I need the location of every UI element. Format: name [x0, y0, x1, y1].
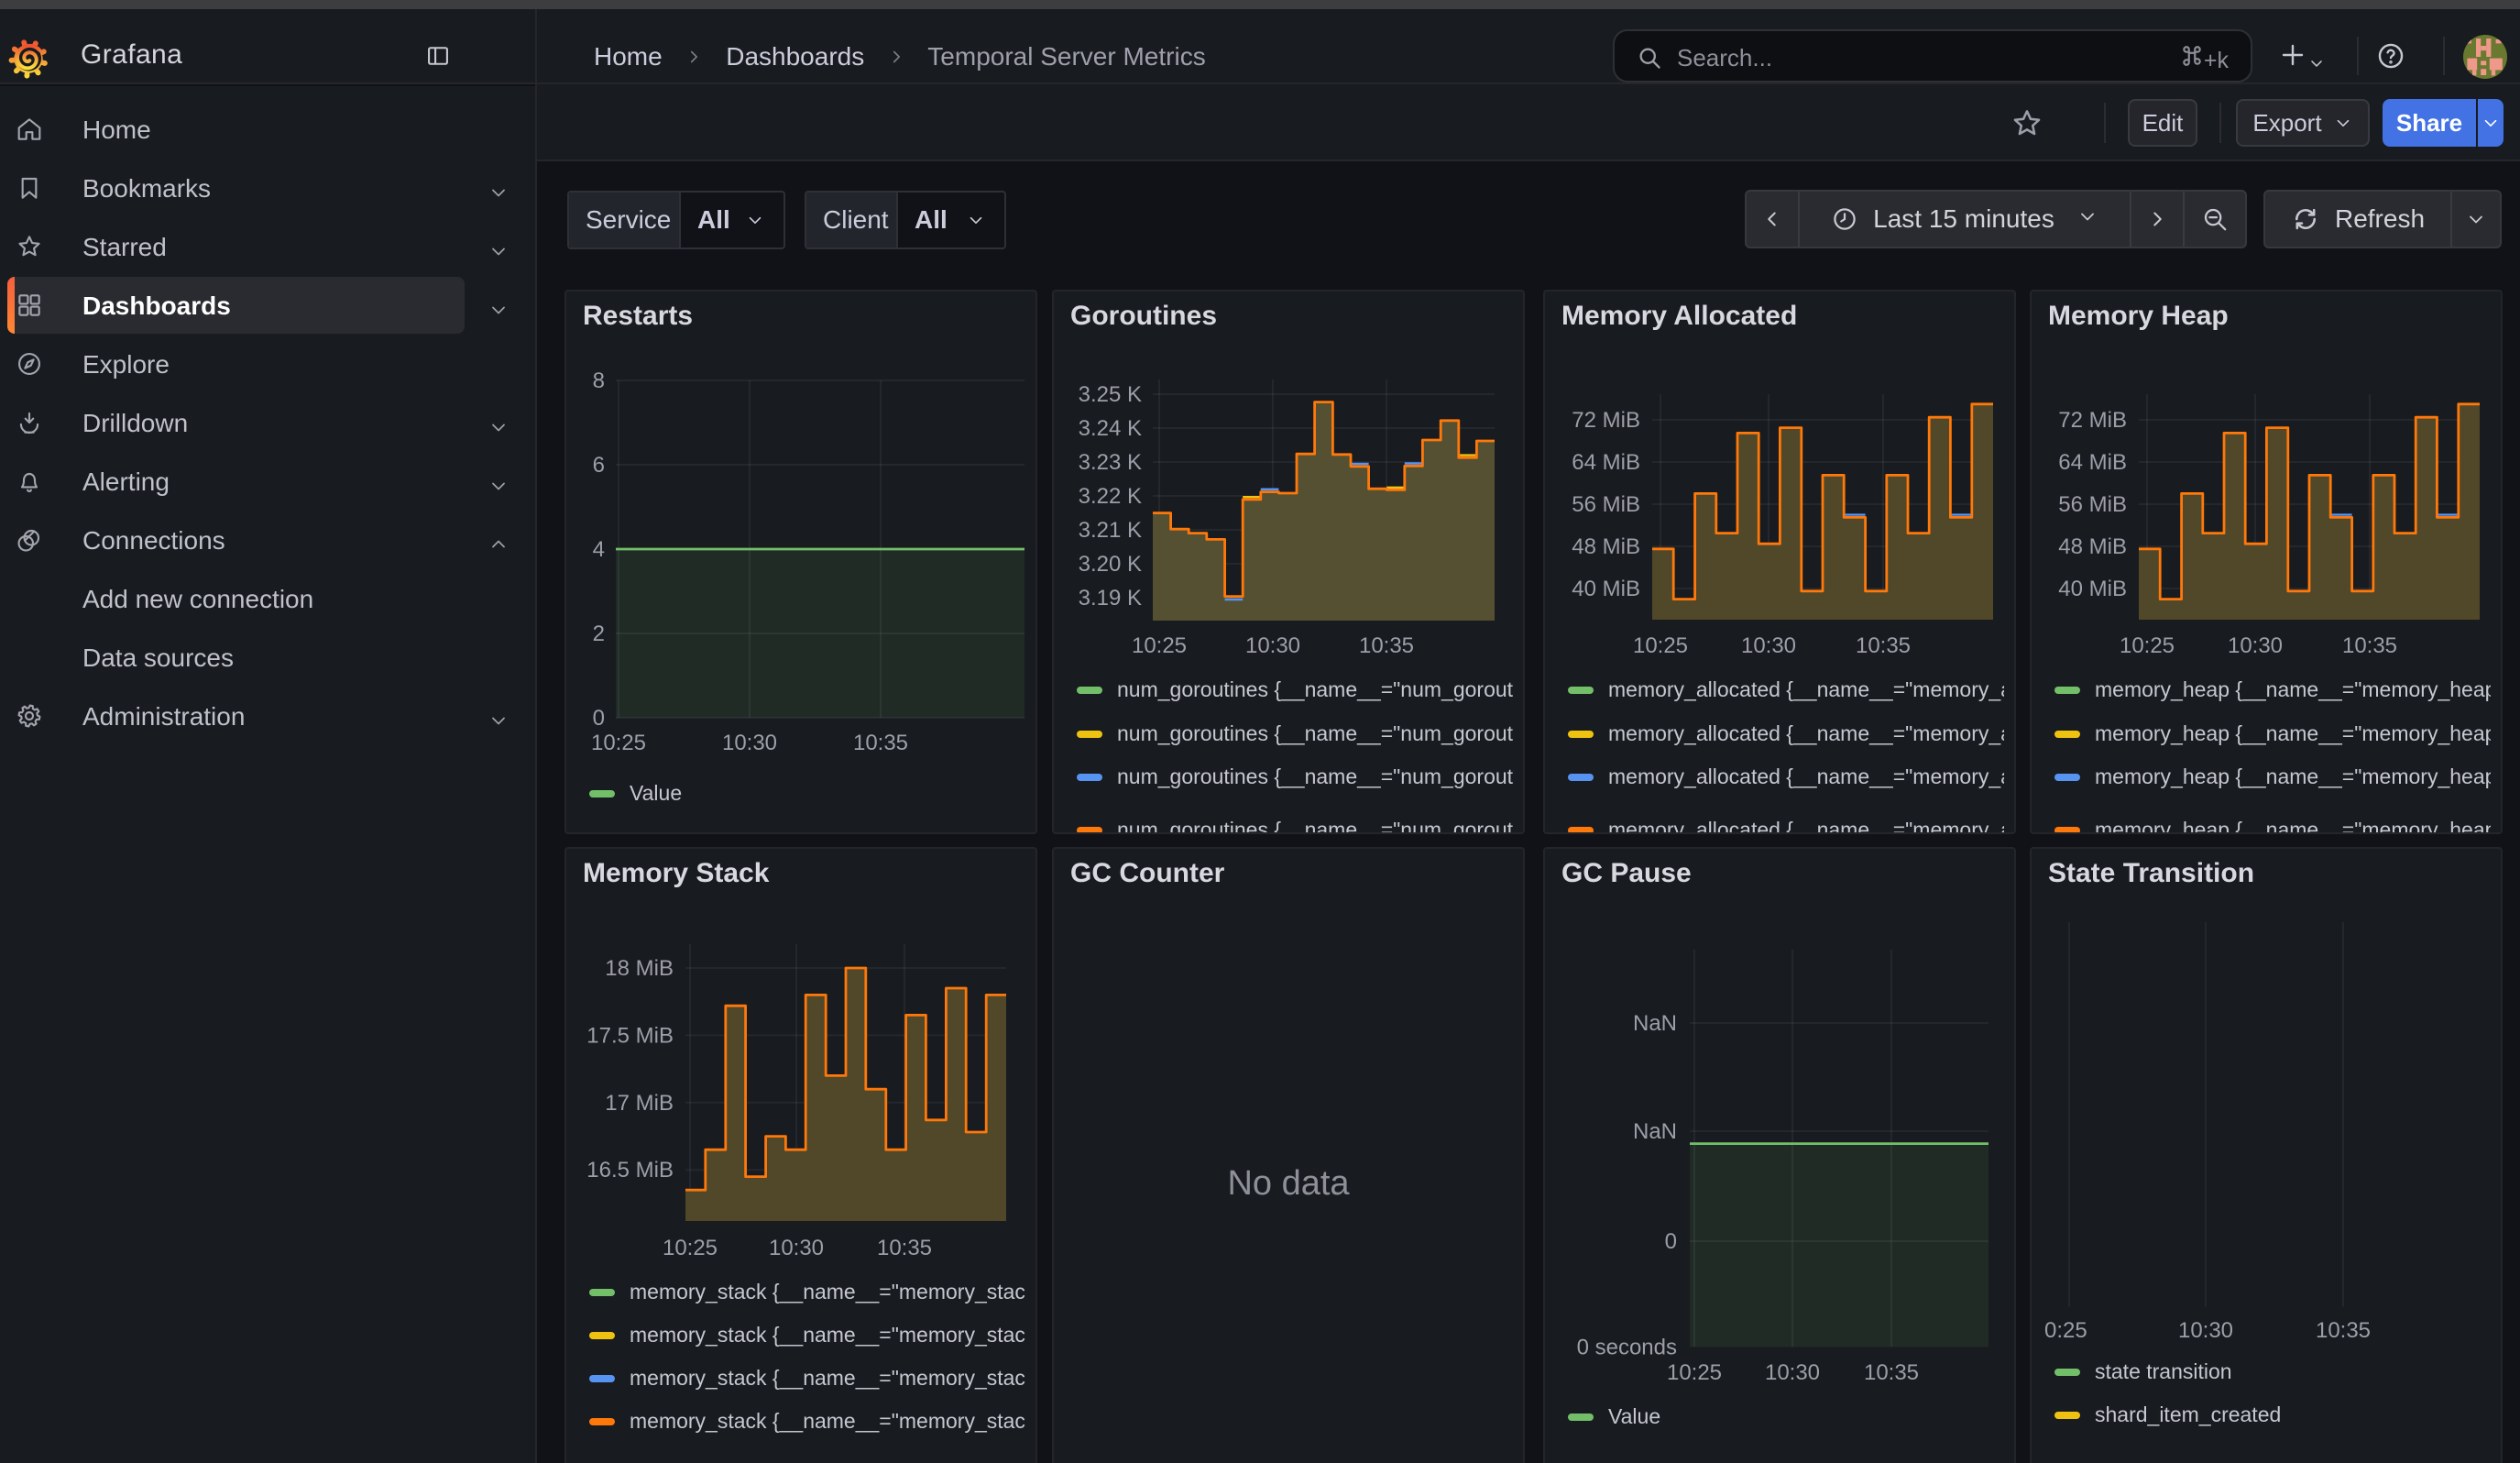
svg-text:10:30: 10:30 — [1765, 1360, 1820, 1385]
svg-text:10:30: 10:30 — [2178, 1318, 2233, 1343]
svg-text:40 MiB: 40 MiB — [1572, 577, 1640, 601]
svg-text:0:25: 0:25 — [2044, 1318, 2087, 1343]
svg-text:NaN: NaN — [1633, 1119, 1677, 1144]
svg-text:10:25: 10:25 — [591, 731, 646, 755]
svg-text:10:35: 10:35 — [1359, 633, 1414, 658]
svg-text:10:35: 10:35 — [877, 1236, 932, 1260]
svg-text:18 MiB: 18 MiB — [605, 956, 674, 981]
svg-text:48 MiB: 48 MiB — [1572, 534, 1640, 559]
svg-text:64 MiB: 64 MiB — [1572, 450, 1640, 475]
svg-text:10:35: 10:35 — [1864, 1360, 1919, 1385]
svg-text:3.20 K: 3.20 K — [1079, 552, 1142, 577]
svg-text:48 MiB: 48 MiB — [2058, 534, 2127, 559]
svg-text:10:25: 10:25 — [663, 1236, 718, 1260]
svg-text:16.5 MiB: 16.5 MiB — [586, 1158, 674, 1182]
svg-text:4: 4 — [593, 537, 605, 562]
svg-text:72 MiB: 72 MiB — [1572, 408, 1640, 433]
svg-text:0 seconds: 0 seconds — [1577, 1335, 1677, 1359]
svg-text:10:25: 10:25 — [1132, 633, 1187, 658]
svg-text:0: 0 — [593, 706, 605, 731]
svg-text:56 MiB: 56 MiB — [1572, 492, 1640, 517]
svg-text:3.23 K: 3.23 K — [1079, 450, 1142, 475]
svg-text:72 MiB: 72 MiB — [2058, 408, 2127, 433]
svg-text:2: 2 — [593, 622, 605, 646]
svg-text:8: 8 — [593, 368, 605, 393]
svg-text:40 MiB: 40 MiB — [2058, 577, 2127, 601]
svg-text:10:25: 10:25 — [2120, 633, 2175, 658]
svg-text:17.5 MiB: 17.5 MiB — [586, 1023, 674, 1048]
svg-text:10:30: 10:30 — [1245, 633, 1300, 658]
svg-text:10:35: 10:35 — [2342, 633, 2397, 658]
svg-text:10:35: 10:35 — [2316, 1318, 2371, 1343]
svg-text:10:30: 10:30 — [2228, 633, 2283, 658]
svg-text:10:30: 10:30 — [769, 1236, 824, 1260]
svg-text:10:30: 10:30 — [722, 731, 777, 755]
svg-text:3.24 K: 3.24 K — [1079, 416, 1142, 441]
svg-text:NaN: NaN — [1633, 1011, 1677, 1036]
svg-text:3.22 K: 3.22 K — [1079, 484, 1142, 509]
svg-text:10:30: 10:30 — [1741, 633, 1796, 658]
svg-text:56 MiB: 56 MiB — [2058, 492, 2127, 517]
svg-text:0: 0 — [1665, 1229, 1677, 1254]
svg-text:3.21 K: 3.21 K — [1079, 518, 1142, 543]
svg-text:17 MiB: 17 MiB — [605, 1091, 674, 1116]
svg-text:10:35: 10:35 — [853, 731, 908, 755]
svg-text:64 MiB: 64 MiB — [2058, 450, 2127, 475]
svg-text:3.25 K: 3.25 K — [1079, 382, 1142, 407]
svg-text:6: 6 — [593, 453, 605, 478]
svg-text:10:25: 10:25 — [1633, 633, 1688, 658]
svg-text:10:35: 10:35 — [1856, 633, 1911, 658]
svg-text:10:25: 10:25 — [1667, 1360, 1722, 1385]
svg-text:3.19 K: 3.19 K — [1079, 586, 1142, 610]
